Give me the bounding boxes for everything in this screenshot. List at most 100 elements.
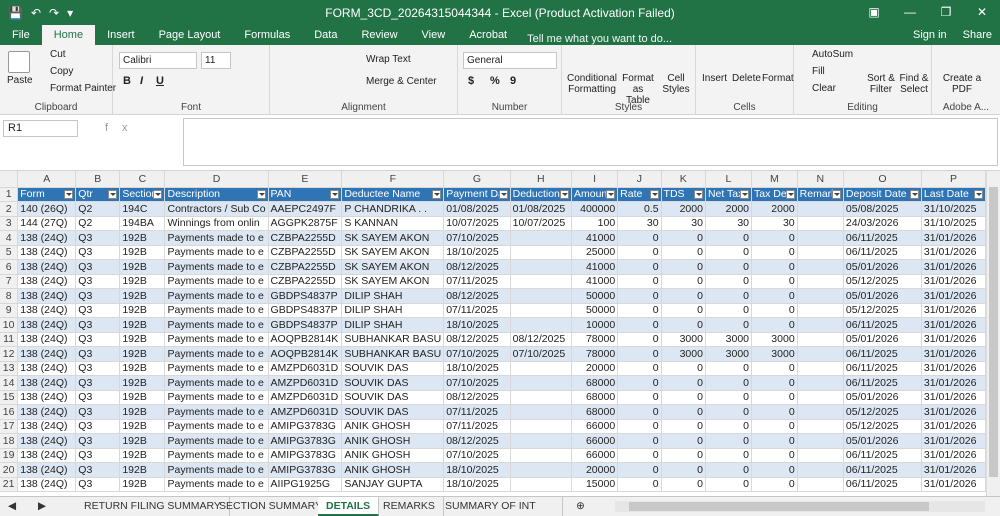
cell[interactable]: 0 (751, 361, 798, 376)
cell[interactable]: 192B (119, 346, 166, 362)
tab-insert[interactable]: Insert (95, 25, 147, 45)
cell[interactable]: Q3 (75, 245, 121, 260)
cell[interactable] (510, 303, 572, 318)
cell[interactable]: Q3 (75, 448, 121, 463)
cell[interactable]: 138 (24Q) (17, 361, 77, 376)
cell[interactable] (510, 288, 572, 304)
cut-button[interactable]: Cut (50, 49, 66, 60)
cell[interactable] (797, 462, 844, 478)
format-painter-button[interactable]: Format Painter (50, 83, 116, 94)
cell[interactable] (797, 448, 844, 463)
cell[interactable]: 05/01/2026 (843, 433, 922, 449)
cell[interactable]: SK SAYEM AKON (341, 274, 445, 289)
cell[interactable]: 138 (24Q) (17, 419, 77, 434)
cell[interactable]: Payments made to e (164, 390, 269, 405)
cell[interactable]: DILIP SHAH (341, 317, 445, 333)
cell[interactable]: ANIK GHOSH (341, 462, 445, 478)
tab-formulas[interactable]: Formulas (232, 25, 302, 45)
tab-page-layout[interactable]: Page Layout (147, 25, 233, 45)
row-header[interactable]: 10 (0, 317, 19, 333)
cell[interactable]: Q3 (75, 361, 121, 376)
cell[interactable]: 0 (617, 419, 662, 434)
cell[interactable] (797, 404, 844, 420)
cell[interactable]: 31/01/2026 (921, 477, 986, 492)
cell[interactable]: ANIK GHOSH (341, 433, 445, 449)
cell[interactable]: 0 (617, 303, 662, 318)
cell[interactable]: 31/01/2026 (921, 274, 986, 289)
cell[interactable]: 10/07/2025 (510, 216, 572, 231)
cell[interactable]: 24/03/2026 (843, 216, 922, 231)
paste-button[interactable]: Paste (7, 75, 33, 86)
save-icon[interactable]: 💾 (8, 6, 23, 20)
cell[interactable]: 0 (751, 448, 798, 463)
row-header[interactable]: 19 (0, 448, 19, 463)
cell[interactable] (510, 274, 572, 289)
clear-button[interactable]: Clear (812, 83, 836, 94)
cell[interactable]: Payments made to e (164, 303, 269, 318)
horizontal-scroll-thumb[interactable] (629, 502, 929, 511)
cell[interactable] (797, 303, 844, 318)
cell[interactable]: 192B (119, 332, 166, 347)
cell[interactable]: Q3 (75, 230, 121, 246)
cell[interactable]: 138 (24Q) (17, 303, 77, 318)
cell[interactable]: Payments made to e (164, 288, 269, 304)
cell[interactable]: 138 (24Q) (17, 462, 77, 478)
cell[interactable]: 05/01/2026 (843, 288, 922, 304)
insert-cells-button[interactable]: Insert (702, 73, 727, 84)
cell[interactable] (797, 375, 844, 391)
cell[interactable]: SK SAYEM AKON (341, 245, 445, 260)
row-header[interactable]: 2 (0, 201, 19, 217)
cell[interactable]: 0 (617, 448, 662, 463)
cell[interactable]: 0 (617, 361, 662, 376)
cell[interactable]: Q3 (75, 419, 121, 434)
cell[interactable]: 192B (119, 375, 166, 391)
cell[interactable]: ANIK GHOSH (341, 448, 445, 463)
cell[interactable]: 0 (705, 419, 753, 434)
cell[interactable]: 2000 (661, 201, 706, 217)
cell[interactable]: 20000 (571, 462, 619, 478)
cell[interactable]: CZBPA2255D (268, 230, 343, 246)
table-header-cell[interactable]: Tax Dep (751, 187, 798, 202)
cell[interactable]: Q3 (75, 303, 121, 318)
cell[interactable]: 192B (119, 462, 166, 478)
cell[interactable]: 07/10/2025 (443, 448, 511, 463)
column-header[interactable]: K (661, 171, 706, 188)
vertical-scroll-thumb[interactable] (989, 187, 998, 477)
cell[interactable]: 30 (751, 216, 798, 231)
sort-filter-button[interactable]: Sort & Filter (866, 73, 896, 95)
cell[interactable]: CZBPA2255D (268, 245, 343, 260)
cell[interactable]: 18/10/2025 (443, 361, 511, 376)
row-header[interactable]: 17 (0, 419, 19, 434)
cell[interactable]: 31/01/2026 (921, 230, 986, 246)
cell[interactable] (797, 317, 844, 333)
close-icon[interactable]: ✕ (964, 0, 1000, 25)
table-header-cell[interactable]: Remark (797, 187, 844, 202)
cell[interactable]: 0 (661, 375, 706, 391)
cell[interactable]: CZBPA2255D (268, 259, 343, 275)
cell[interactable]: 31/01/2026 (921, 288, 986, 304)
cell[interactable]: 0 (705, 390, 753, 405)
cell[interactable]: SOUVIK DAS (341, 390, 445, 405)
cell[interactable]: 07/10/2025 (443, 375, 511, 391)
cell[interactable]: 0 (617, 346, 662, 362)
cell[interactable] (797, 259, 844, 275)
cell[interactable]: 07/11/2025 (443, 274, 511, 289)
cell[interactable]: AMIPG3783G (268, 419, 343, 434)
cell[interactable]: 30 (705, 216, 753, 231)
cell[interactable]: 68000 (571, 375, 619, 391)
cell[interactable]: 06/11/2025 (843, 317, 922, 333)
table-header-cell[interactable]: Form (17, 187, 77, 202)
filter-dropdown-icon[interactable] (693, 190, 703, 200)
cell[interactable]: 192B (119, 274, 166, 289)
cell[interactable]: Q3 (75, 317, 121, 333)
cell[interactable]: AMIPG3783G (268, 448, 343, 463)
cell[interactable] (510, 245, 572, 260)
column-header[interactable]: N (797, 171, 844, 188)
tab-acrobat[interactable]: Acrobat (457, 25, 519, 45)
cell[interactable]: 68000 (571, 404, 619, 420)
cell[interactable]: 192B (119, 477, 166, 492)
cell[interactable]: 0 (661, 448, 706, 463)
row-header[interactable]: 3 (0, 216, 19, 231)
row-header[interactable]: 4 (0, 230, 19, 246)
cell[interactable]: Payments made to e (164, 419, 269, 434)
